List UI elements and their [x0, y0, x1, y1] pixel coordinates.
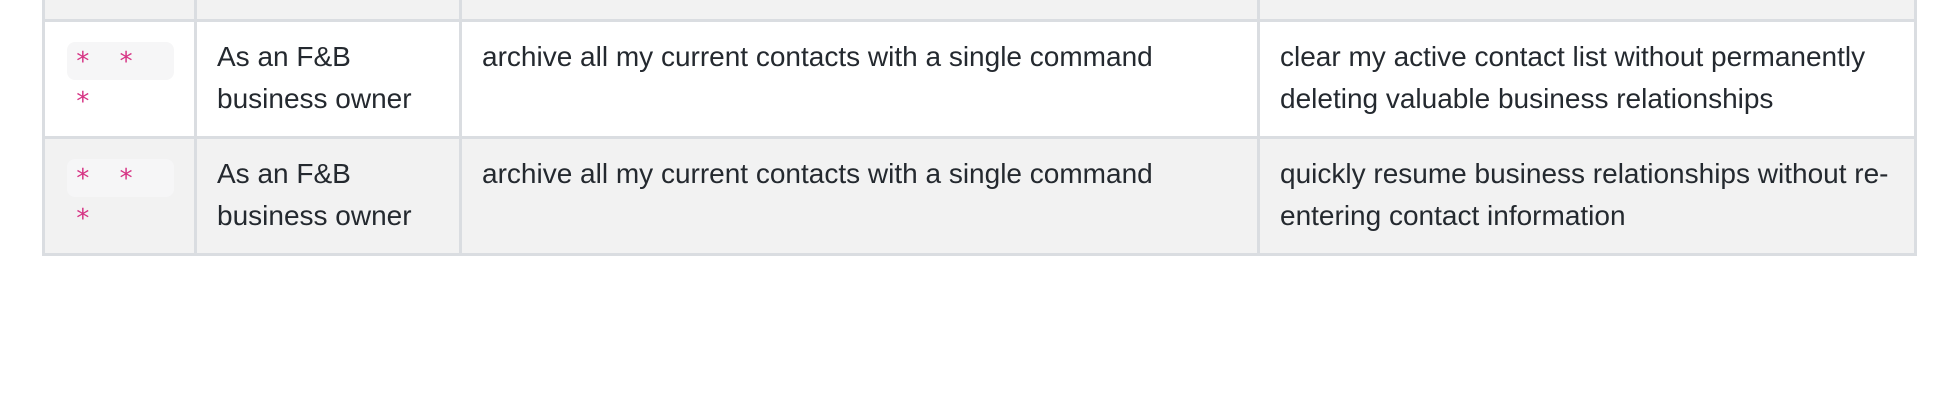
so-that-cell: clear my active contact list without per… — [1257, 19, 1917, 139]
priority-cell: * * * — [42, 19, 197, 139]
table-row: * * * As an F&B business owner archive a… — [42, 19, 1917, 139]
user-stories-table: * * * As an F&B business owner archive a… — [42, 0, 1917, 256]
i-want-to-cell: archive all my current contacts with a s… — [459, 19, 1260, 139]
as-a-cell: As an F&B business owner — [194, 19, 462, 139]
i-want-to-cell: archive all my current contacts with a s… — [459, 136, 1260, 256]
priority-cell: * * * — [42, 136, 197, 256]
table-row-partial — [42, 0, 1917, 22]
table-row: * * * As an F&B business owner archive a… — [42, 136, 1917, 256]
table-cell — [42, 0, 197, 22]
so-that-cell: quickly resume business relationships wi… — [1257, 136, 1917, 256]
as-a-cell: As an F&B business owner — [194, 136, 462, 256]
table-cell — [459, 0, 1260, 22]
table-cell — [1257, 0, 1917, 22]
priority-badge: * * * — [67, 42, 174, 117]
priority-badge: * * * — [67, 159, 174, 234]
table-cell — [194, 0, 462, 22]
stories-table: * * * As an F&B business owner archive a… — [42, 0, 1917, 256]
